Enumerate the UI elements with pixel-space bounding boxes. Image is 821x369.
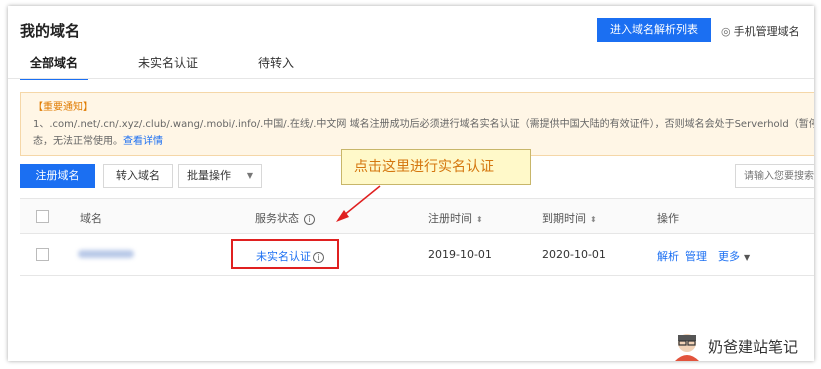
- more-dropdown[interactable]: 更多 ▼: [718, 248, 750, 264]
- tab-unverified[interactable]: 未实名认证: [128, 51, 208, 80]
- watermark-avatar-icon: [675, 334, 699, 361]
- reg-time-cell: 2019-10-01: [428, 248, 492, 261]
- app-window: 我的域名 进入域名解析列表 ◎ 手机管理域名 全部域名 未实名认证 待转入 【重要…: [8, 6, 814, 361]
- domain-name-redacted[interactable]: [78, 250, 134, 258]
- info-icon[interactable]: i: [304, 214, 315, 225]
- domain-resolve-list-button[interactable]: 进入域名解析列表: [597, 18, 711, 42]
- notice-banner: 【重要通知】 1、.com/.net/.cn/.xyz/.club/.wang/…: [20, 92, 814, 156]
- header-reg-time[interactable]: 注册时间 ⬍: [428, 210, 483, 226]
- chevron-down-icon: ▼: [246, 171, 253, 180]
- header-action: 操作: [657, 212, 679, 225]
- batch-operation-label: 批量操作: [187, 169, 231, 182]
- wechat-icon: ◎: [721, 25, 731, 38]
- select-all-checkbox[interactable]: [36, 210, 49, 223]
- header-domain: 域名: [80, 212, 102, 225]
- annotation-callout: 点击这里进行实名认证: [341, 149, 531, 185]
- manage-link[interactable]: 管理: [685, 248, 707, 264]
- table-row: 未实名认证 i 2019-10-01 2020-10-01 解析 管理 更多 ▼: [20, 234, 814, 276]
- tabs-divider: [8, 78, 814, 79]
- row-checkbox[interactable]: [36, 248, 49, 261]
- header-status-label: 服务状态: [255, 212, 299, 225]
- table-header: 域名 服务状态 i 注册时间 ⬍ 到期时间 ⬍ 操作: [20, 198, 814, 234]
- notice-title: 【重要通知】: [33, 102, 93, 113]
- sort-icon: ⬍: [590, 215, 597, 224]
- exp-time-cell: 2020-10-01: [542, 248, 606, 261]
- watermark-text: 奶爸建站笔记: [708, 337, 799, 356]
- transfer-domain-button[interactable]: 转入域名: [103, 164, 173, 188]
- notice-line-1: 1、.com/.net/.cn/.xyz/.club/.wang/.mobi/.…: [33, 119, 814, 130]
- header-exp-time[interactable]: 到期时间 ⬍: [542, 210, 597, 226]
- resolve-link[interactable]: 解析: [657, 248, 679, 264]
- tab-all-domains[interactable]: 全部域名: [20, 51, 89, 80]
- header-status: 服务状态 i: [255, 210, 315, 226]
- sort-icon: ⬍: [476, 215, 483, 224]
- more-label: 更多: [718, 250, 740, 263]
- mobile-manage-link[interactable]: ◎ 手机管理域名: [721, 23, 800, 39]
- unverified-status-link[interactable]: 未实名认证 i: [256, 248, 324, 264]
- notice-details-link[interactable]: 查看详情: [123, 136, 163, 147]
- header-reg-time-label: 注册时间: [428, 212, 472, 225]
- caret-down-icon: ▼: [744, 253, 751, 262]
- page-title: 我的域名: [20, 22, 81, 40]
- tab-pending-transfer[interactable]: 待转入: [248, 51, 304, 80]
- tab-bar: 全部域名 未实名认证 待转入: [20, 51, 344, 80]
- notice-line-2-text: 态，无法正常使用。: [33, 136, 123, 147]
- notice-line-2: 态，无法正常使用。查看详情: [33, 133, 814, 150]
- mobile-manage-label: 手机管理域名: [733, 25, 800, 38]
- batch-operation-dropdown[interactable]: 批量操作 ▼: [178, 164, 262, 188]
- register-domain-button[interactable]: 注册域名: [20, 164, 95, 188]
- unverified-status-label: 未实名认证: [256, 250, 311, 263]
- header-exp-time-label: 到期时间: [542, 212, 586, 225]
- info-icon[interactable]: i: [313, 252, 324, 263]
- domain-search-input[interactable]: [735, 164, 814, 188]
- watermark: 奶爸建站笔记: [672, 331, 798, 361]
